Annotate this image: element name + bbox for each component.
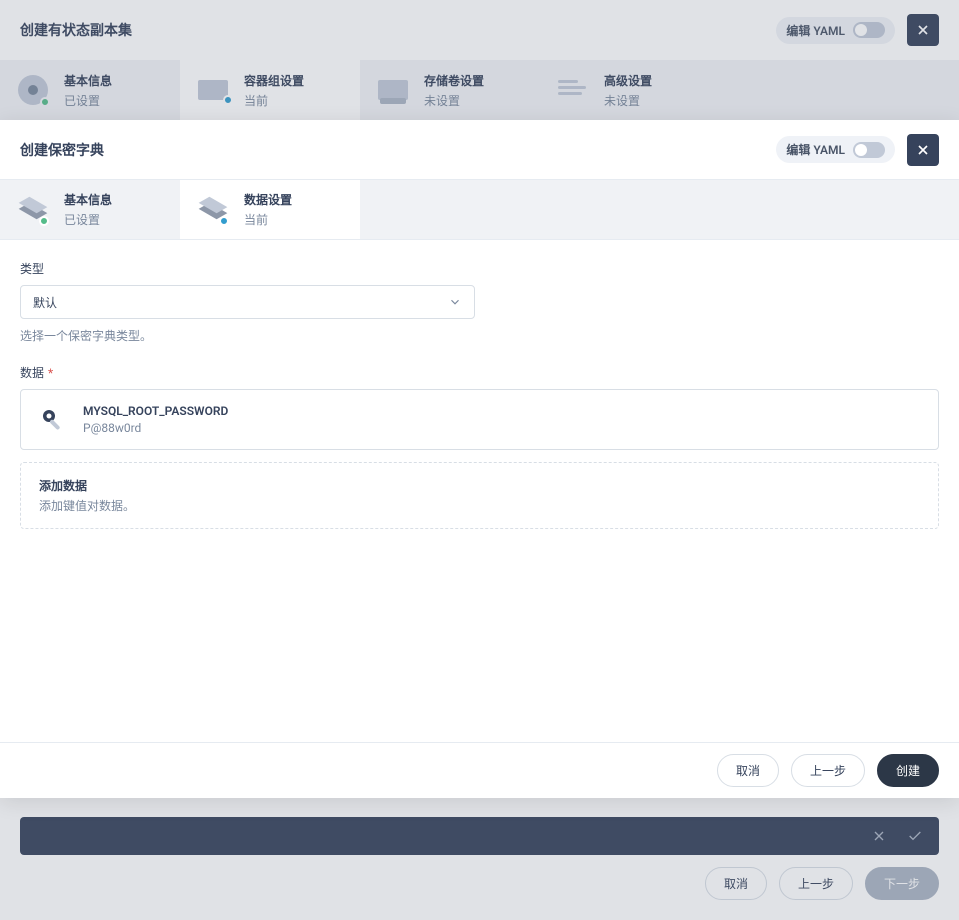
data-item[interactable]: MYSQL_ROOT_PASSWORD P@88w0rd — [20, 389, 939, 450]
modal-footer: 取消 上一步 创建 — [0, 742, 959, 798]
modal-tab-title: 基本信息 — [64, 191, 112, 208]
modal-tab-subtitle: 已设置 — [64, 211, 112, 228]
type-label: 类型 — [20, 260, 939, 277]
modal-create-button[interactable]: 创建 — [877, 754, 939, 787]
modal-body: 类型 默认 选择一个保密字典类型。 数据* MYSQL_ROOT_PASSWOR… — [0, 240, 959, 742]
modal-tab-subtitle: 当前 — [244, 211, 292, 228]
toggle-switch-icon — [853, 142, 885, 158]
key-icon — [39, 406, 67, 434]
modal-tab-basic[interactable]: 基本信息 已设置 — [0, 180, 180, 239]
modal-header: 创建保密字典 编辑 YAML — [0, 120, 959, 180]
modal-cancel-button[interactable]: 取消 — [717, 754, 779, 787]
step-icon — [194, 191, 232, 229]
chevron-down-icon — [448, 295, 462, 309]
add-data-hint: 添加键值对数据。 — [39, 497, 920, 514]
modal-close-button[interactable] — [907, 134, 939, 166]
add-data-title: 添加数据 — [39, 477, 920, 494]
create-secret-modal: 创建保密字典 编辑 YAML 基本信息 已设置 — [0, 120, 959, 798]
modal-tab-title: 数据设置 — [244, 191, 292, 208]
data-item-key: MYSQL_ROOT_PASSWORD — [83, 404, 228, 418]
type-hint: 选择一个保密字典类型。 — [20, 327, 939, 344]
modal-tab-data[interactable]: 数据设置 当前 — [180, 180, 360, 239]
data-label: 数据* — [20, 364, 939, 381]
step-icon — [14, 191, 52, 229]
close-icon — [915, 142, 931, 158]
add-data-button[interactable]: 添加数据 添加键值对数据。 — [20, 462, 939, 529]
modal-yaml-label: 编辑 YAML — [786, 141, 845, 158]
modal-tabs: 基本信息 已设置 数据设置 当前 — [0, 180, 959, 240]
type-value: 默认 — [33, 294, 57, 311]
modal-prev-button[interactable]: 上一步 — [791, 754, 865, 787]
data-item-value: P@88w0rd — [83, 421, 228, 435]
modal-title: 创建保密字典 — [20, 140, 104, 160]
type-select[interactable]: 默认 — [20, 285, 475, 319]
modal-yaml-toggle[interactable]: 编辑 YAML — [776, 136, 895, 163]
